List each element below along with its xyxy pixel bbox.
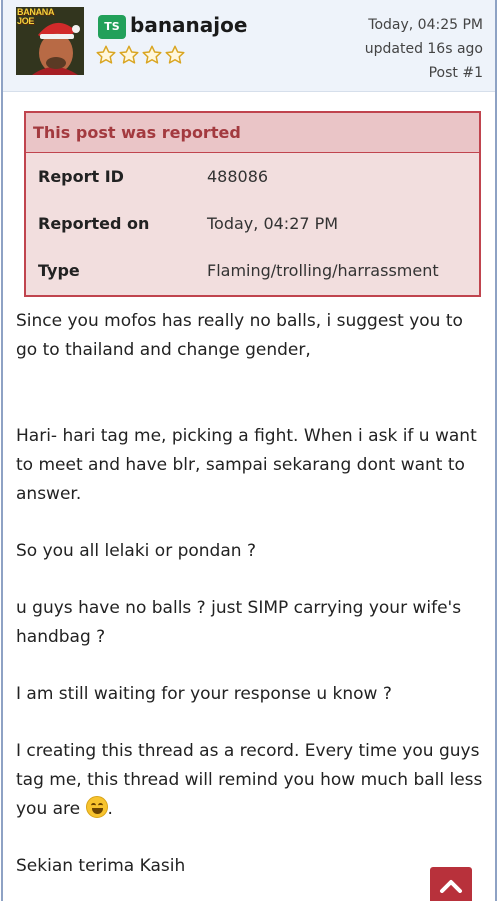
message-trailing-punct: . [107, 799, 113, 819]
report-notice: This post was reported Report ID 488086 … [24, 111, 481, 297]
post-updated: updated 16s ago [364, 41, 483, 57]
star-outline-icon [142, 45, 162, 64]
grinning-face-emoji [85, 796, 108, 818]
report-title: This post was reported [26, 113, 479, 153]
avatar-text: BANANA JOE [17, 7, 54, 26]
message-paragraph: Hari- hari tag me, picking a fight. When… [16, 426, 477, 504]
post-timestamp[interactable]: Today, 04:25 PM [365, 13, 483, 37]
message-paragraph: So you all lelaki or pondan ? [16, 541, 256, 561]
forum-post: BANANA JOE TS bananajoe Today, 04:25 PM … [1, 0, 497, 901]
message-paragraph-with-emoji: I creating this thread as a record. Ever… [16, 737, 488, 824]
post-message: Since you mofos has really no balls, i s… [16, 307, 488, 901]
report-row-id: Report ID 488086 [26, 153, 479, 200]
message-paragraph: u guys have no balls ? just SIMP carryin… [16, 598, 462, 647]
report-label: Reported on [38, 214, 150, 233]
message-paragraph: Sekian terima Kasih [16, 856, 186, 876]
report-value: Today, 04:27 PM [207, 214, 339, 233]
username-link[interactable]: bananajoe [130, 13, 247, 37]
report-value: 488086 [207, 167, 269, 186]
scroll-to-top-button[interactable] [430, 867, 472, 901]
post-header: BANANA JOE TS bananajoe Today, 04:25 PM … [3, 0, 495, 92]
message-paragraph: Since you mofos has really no balls, i s… [16, 311, 463, 360]
report-label: Type [38, 261, 80, 280]
chevron-up-icon [440, 880, 462, 893]
star-outline-icon [119, 45, 139, 64]
message-paragraph: I am still waiting for your response u k… [16, 684, 392, 704]
star-outline-icon [165, 45, 185, 64]
report-value: Flaming/trolling/harrassment [207, 261, 439, 280]
post-number-link[interactable]: Post #1 [365, 61, 483, 85]
report-row-type: Type Flaming/trolling/harrassment [26, 247, 479, 294]
star-outline-icon [96, 45, 116, 64]
report-row-date: Reported on Today, 04:27 PM [26, 200, 479, 247]
user-rating [95, 44, 186, 66]
post-meta: Today, 04:25 PM updated 16s ago Post #1 [365, 13, 483, 85]
user-badge: TS [98, 15, 126, 39]
avatar[interactable]: BANANA JOE [16, 7, 84, 75]
report-label: Report ID [38, 167, 124, 186]
